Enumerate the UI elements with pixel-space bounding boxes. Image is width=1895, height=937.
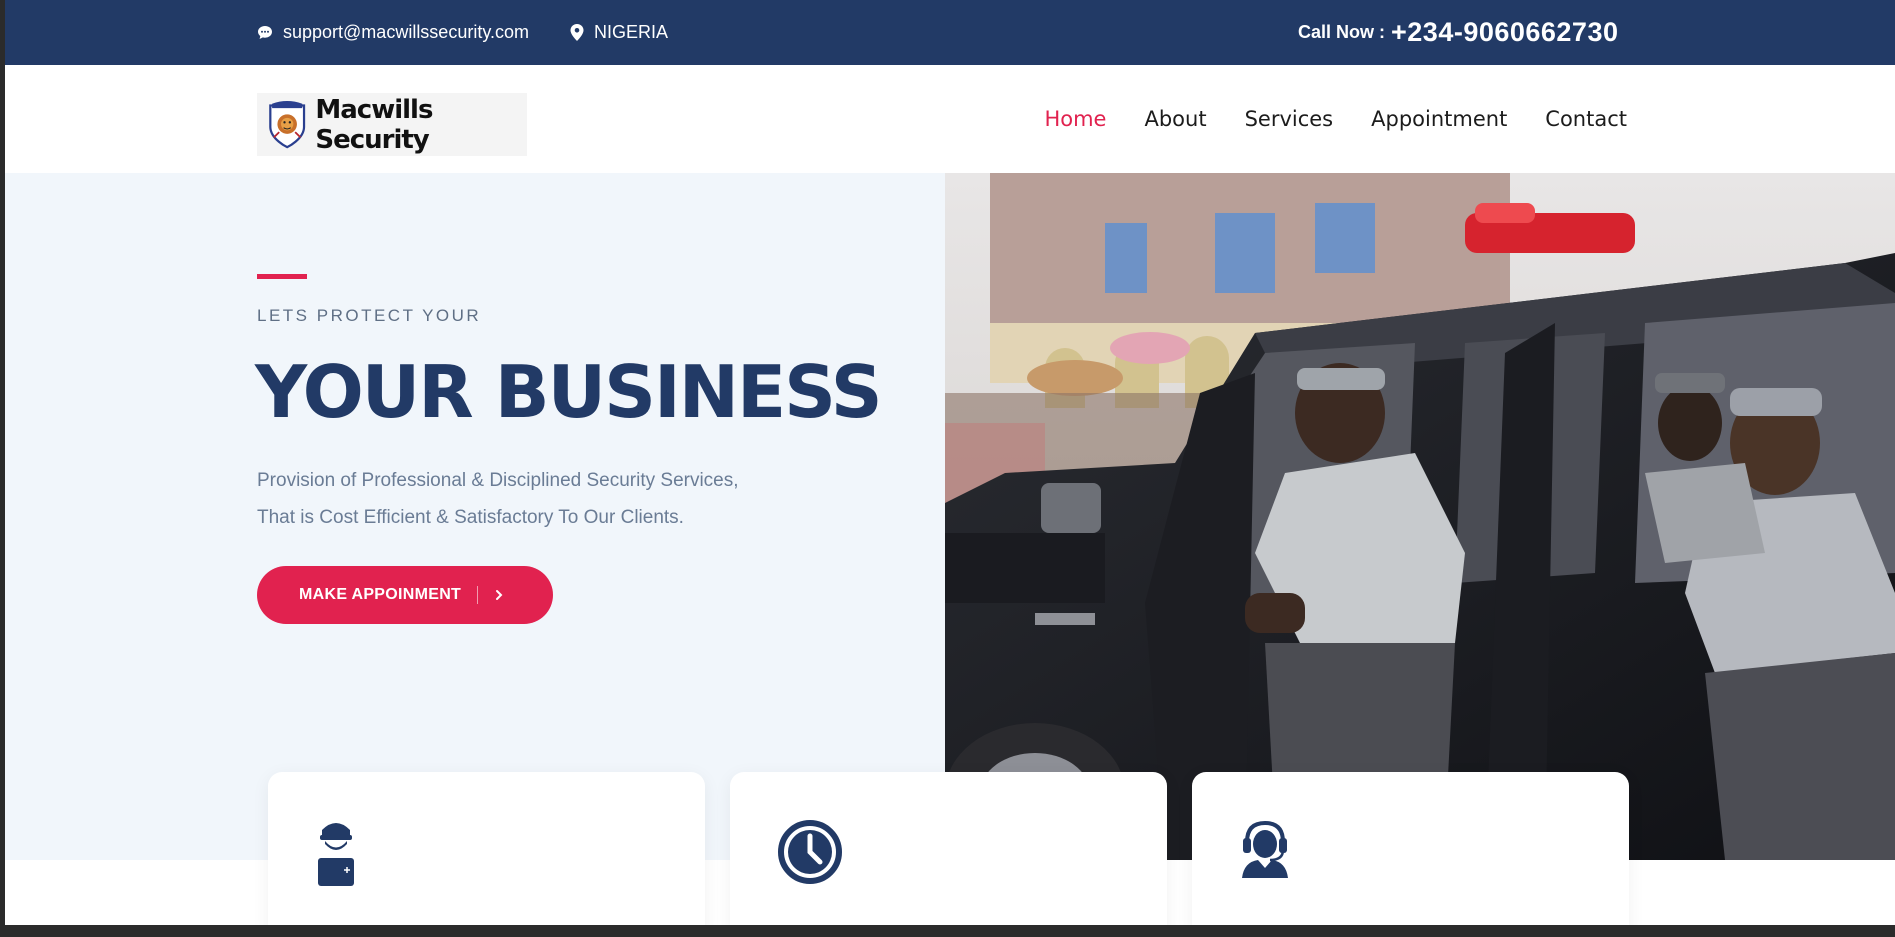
call-label: Call Now : bbox=[1298, 22, 1386, 42]
hero-photo bbox=[945, 173, 1895, 860]
guard-icon bbox=[318, 823, 354, 886]
top-bar: support@macwillssecurity.com NIGERIA Cal… bbox=[5, 0, 1895, 65]
hero-description: Provision of Professional & Disciplined … bbox=[257, 462, 817, 536]
feature-card-guard[interactable] bbox=[268, 772, 705, 925]
map-pin-icon bbox=[570, 24, 584, 41]
logo-text: Macwills Security bbox=[315, 94, 433, 155]
topbar-call[interactable]: Call Now : +234-9060662730 bbox=[1298, 0, 1618, 65]
hero-description-line-1: Provision of Professional & Disciplined … bbox=[257, 470, 739, 491]
nav-item-appointment[interactable]: Appointment bbox=[1371, 107, 1507, 131]
hero-eyebrow: LETS PROTECT YOUR bbox=[257, 306, 482, 325]
hero-description-line-2: That is Cost Efficient & Satisfactory To… bbox=[257, 507, 684, 528]
cta-divider bbox=[477, 586, 479, 604]
clock-icon bbox=[778, 820, 842, 884]
make-appointment-button[interactable]: MAKE APPOINMENT bbox=[257, 566, 553, 624]
location-text: NIGERIA bbox=[594, 22, 669, 42]
hero-headline: YOUR BUSINESS bbox=[255, 350, 883, 434]
site-header: Macwills Security Home About Services Ap… bbox=[5, 65, 1895, 173]
nav-item-home[interactable]: Home bbox=[1044, 107, 1106, 131]
email-text: support@macwillssecurity.com bbox=[283, 22, 529, 42]
browser-viewport: support@macwillssecurity.com NIGERIA Cal… bbox=[5, 0, 1895, 925]
feature-card-support[interactable] bbox=[1192, 772, 1629, 925]
topbar-email[interactable]: support@macwillssecurity.com bbox=[257, 0, 529, 65]
crest-logo-icon bbox=[269, 100, 306, 148]
chevron-right-icon bbox=[496, 590, 503, 600]
accent-line bbox=[257, 274, 307, 279]
site-logo[interactable]: Macwills Security bbox=[257, 93, 527, 156]
phone-number[interactable]: +234-9060662730 bbox=[1391, 17, 1618, 48]
nav-item-about[interactable]: About bbox=[1144, 107, 1206, 131]
cta-label: MAKE APPOINMENT bbox=[299, 586, 462, 603]
nav-item-contact[interactable]: Contact bbox=[1545, 107, 1627, 131]
support-agent-icon bbox=[1242, 820, 1288, 878]
main-nav: Home About Services Appointment Contact bbox=[1044, 65, 1627, 173]
topbar-location: NIGERIA bbox=[570, 0, 668, 65]
feature-card-availability[interactable] bbox=[730, 772, 1167, 925]
chat-icon bbox=[258, 25, 272, 39]
nav-item-services[interactable]: Services bbox=[1245, 107, 1334, 131]
security-team-vehicle-image bbox=[945, 173, 1895, 860]
